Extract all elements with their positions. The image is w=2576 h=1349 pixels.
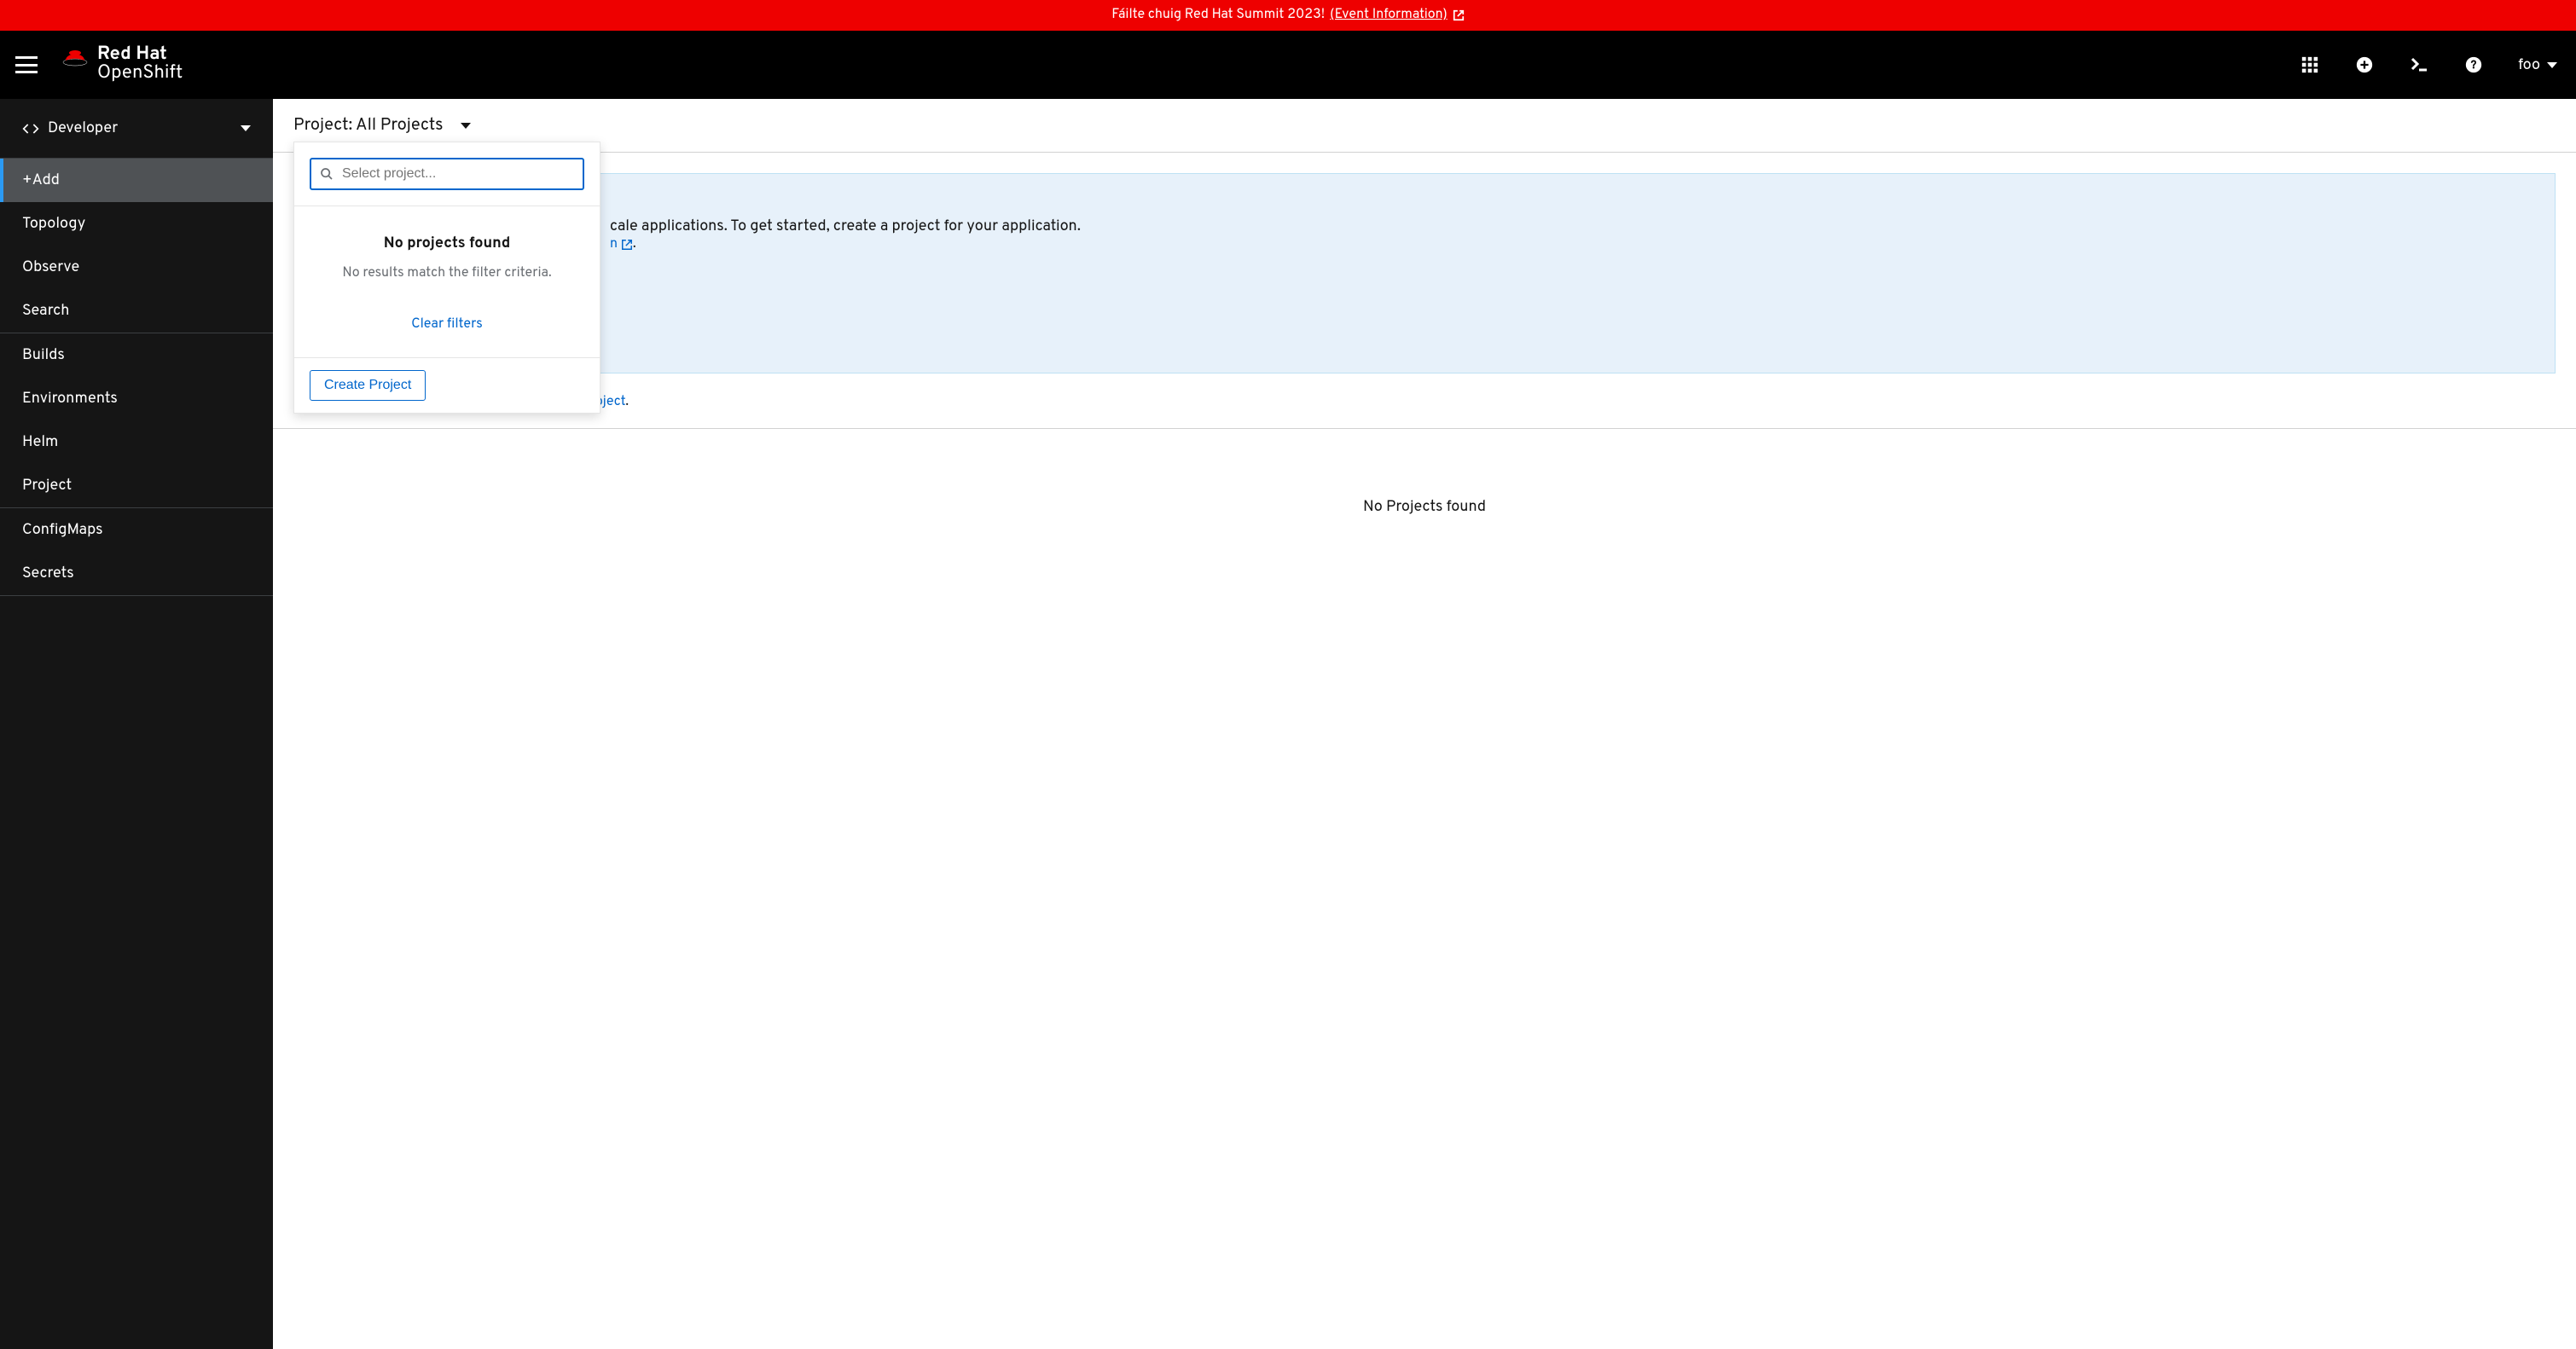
nav-toggle-button[interactable] — [15, 56, 38, 73]
user-name: foo — [2518, 55, 2540, 75]
sidebar-item-configmaps[interactable]: ConfigMaps — [0, 508, 273, 552]
nav-section-3: ConfigMaps Secrets — [0, 508, 273, 596]
sidebar-item-label: Builds — [22, 345, 65, 365]
sidebar-item-label: ConfigMaps — [22, 520, 103, 540]
subline-suffix: . — [625, 394, 629, 411]
project-prefix: Project: — [293, 114, 356, 136]
code-icon — [22, 120, 39, 137]
external-link-icon — [1453, 9, 1465, 21]
create-project-button[interactable]: Create Project — [310, 370, 426, 401]
plus-circle-icon — [2355, 55, 2374, 74]
project-value: All Projects — [356, 114, 444, 136]
top-banner: Fáilte chuig Red Hat Summit 2023! (Event… — [0, 0, 2576, 31]
sidebar-item-project[interactable]: Project — [0, 464, 273, 507]
sidebar-item-add[interactable]: +Add — [0, 159, 273, 202]
import-button[interactable] — [2354, 55, 2375, 75]
sidebar-item-label: +Add — [22, 171, 60, 190]
sidebar-item-label: Helm — [22, 432, 58, 452]
brand-logo[interactable]: Red Hat OpenShift — [61, 46, 183, 84]
brand-text: Red Hat OpenShift — [97, 46, 183, 84]
terminal-button[interactable] — [2409, 55, 2429, 75]
masthead-right: ? foo — [2300, 55, 2557, 75]
sidebar-item-label: Project — [22, 476, 72, 495]
redhat-fedora-icon — [61, 46, 89, 67]
sidebar-item-label: Secrets — [22, 564, 74, 583]
masthead: Red Hat OpenShift ? — [0, 31, 2576, 99]
sidebar-item-label: Observe — [22, 258, 79, 277]
period: . — [633, 236, 636, 253]
banner-link-text: (Event Information) — [1330, 7, 1448, 24]
create-project-wrap: Create Project — [294, 358, 600, 413]
project-selector-toggle[interactable]: Project: All Projects — [293, 114, 471, 136]
sidebar-item-builds[interactable]: Builds — [0, 333, 273, 377]
infobox-doc-link[interactable]: n — [610, 236, 633, 253]
sidebar-item-observe[interactable]: Observe — [0, 246, 273, 289]
caret-down-icon — [241, 125, 251, 131]
sidebar-item-environments[interactable]: Environments — [0, 377, 273, 420]
terminal-icon — [2409, 55, 2429, 75]
sidebar-item-secrets[interactable]: Secrets — [0, 552, 273, 595]
title-bar: Project: All Projects No projects found — [273, 99, 2576, 153]
sidebar-item-helm[interactable]: Helm — [0, 420, 273, 464]
main-content: Project: All Projects No projects found — [273, 99, 2576, 1349]
project-selector-menu: No projects found No results match the f… — [293, 142, 600, 414]
sidebar: Developer +Add Topology Observe Search B… — [0, 99, 273, 1349]
perspective-label: Developer — [48, 119, 118, 138]
sidebar-item-label: Environments — [22, 389, 118, 408]
sidebar-item-search[interactable]: Search — [0, 289, 273, 333]
project-search-box[interactable] — [310, 158, 584, 190]
empty-title: No projects found — [311, 234, 583, 253]
sidebar-item-label: Topology — [22, 214, 85, 234]
external-link-icon — [621, 239, 633, 251]
masthead-left: Red Hat OpenShift — [15, 46, 183, 84]
brand-line2: OpenShift — [97, 65, 183, 84]
svg-text:?: ? — [2471, 60, 2477, 74]
help-button[interactable]: ? — [2463, 55, 2484, 75]
help-icon: ? — [2464, 55, 2483, 74]
caret-down-icon — [2547, 62, 2557, 68]
user-menu[interactable]: foo — [2518, 55, 2557, 75]
empty-subtitle: No results match the filter criteria. — [311, 265, 583, 282]
perspective-switcher[interactable]: Developer — [0, 99, 273, 159]
grid-icon — [2300, 55, 2319, 74]
infobox-line2-text: n — [610, 236, 618, 253]
search-icon — [320, 167, 334, 181]
sidebar-item-label: Search — [22, 301, 69, 321]
caret-down-icon — [461, 123, 471, 129]
app-launcher-button[interactable] — [2300, 55, 2320, 75]
subline: Select a Project to start adding to it o… — [273, 394, 2576, 429]
project-search-input[interactable] — [342, 166, 574, 182]
getting-started-infobox: cale applications. To get started, creat… — [293, 173, 2556, 373]
banner-event-link[interactable]: (Event Information) — [1330, 7, 1465, 24]
sidebar-item-topology[interactable]: Topology — [0, 202, 273, 246]
no-projects-text: No Projects found — [273, 429, 2576, 585]
project-search-wrap — [294, 142, 600, 206]
clear-filters-link[interactable]: Clear filters — [311, 316, 583, 333]
project-empty-state: No projects found No results match the f… — [294, 206, 600, 358]
nav-section-1: +Add Topology Observe Search — [0, 159, 273, 333]
infobox-line1: cale applications. To get started, creat… — [610, 217, 1081, 236]
nav-section-2: Builds Environments Helm Project — [0, 333, 273, 508]
banner-text: Fáilte chuig Red Hat Summit 2023! — [1111, 7, 1325, 24]
